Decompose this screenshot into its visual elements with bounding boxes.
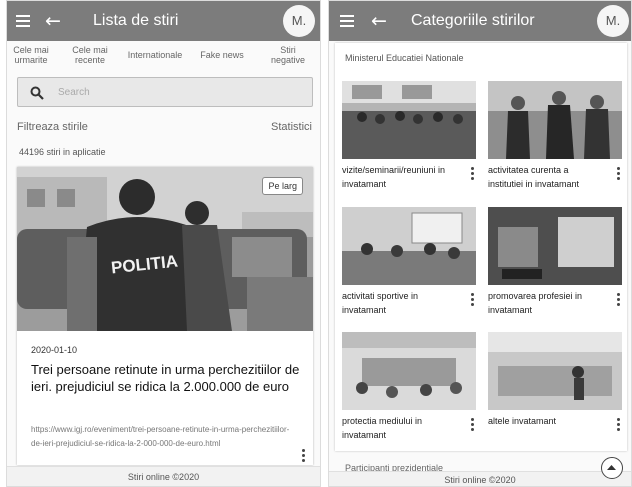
category-image[interactable] <box>342 207 476 285</box>
news-headline[interactable]: Trei persoane retinute in urma perchezit… <box>31 361 303 395</box>
read-more-badge[interactable]: Pe larg <box>262 177 303 195</box>
category-label: vizite/seminarii/reuniuni in invatamant <box>342 165 446 189</box>
category-label: altele invatamant <box>488 416 557 426</box>
news-date: 2020-01-10 <box>31 345 78 355</box>
more-options-icon[interactable] <box>614 417 622 431</box>
category-label: promovarea profesiei in invatamant <box>488 291 583 315</box>
tab-most-followed[interactable]: Cele mai urmarite <box>13 45 49 65</box>
search-input[interactable]: Search <box>17 77 313 107</box>
category-label: activitati sportive in invatamant <box>342 291 419 315</box>
category-tile: vizite/seminarii/reuniuni in invatamant <box>342 81 476 193</box>
avatar[interactable]: M. <box>283 5 315 37</box>
news-tabs: Cele mai urmarite Cele mai recente Inter… <box>7 41 320 73</box>
page-title: Categoriile stirilor <box>411 12 535 29</box>
tab-most-recent[interactable]: Cele mai recente <box>70 45 110 65</box>
menu-icon[interactable] <box>15 12 33 30</box>
news-card[interactable]: POLITIA Pe larg 2020-01-10 Trei persoane… <box>17 167 313 465</box>
category-tile: promovarea profesiei in invatamant <box>488 207 622 319</box>
tab-negative-news[interactable]: Stiri negative <box>261 45 315 65</box>
filter-row: Filtreaza stirile Statistici <box>17 121 312 133</box>
back-arrow-icon[interactable]: ← <box>371 10 391 32</box>
app-bar: ← Categoriile stirilor M. <box>329 1 631 41</box>
category-tile: activitati sportive in invatamant <box>342 207 476 319</box>
search-icon <box>30 86 44 100</box>
more-options-icon[interactable] <box>468 166 476 180</box>
category-label: protectia mediului in invatamant <box>342 416 423 440</box>
menu-icon[interactable] <box>339 12 357 30</box>
category-image[interactable] <box>488 207 622 285</box>
news-count: 44196 stiri in aplicatie <box>19 147 106 157</box>
more-options-icon[interactable] <box>614 292 622 306</box>
back-arrow-icon[interactable]: ← <box>45 10 65 32</box>
category-tile: protectia mediului in invatamant <box>342 332 476 444</box>
footer: Stiri online ©2020 <box>7 466 320 486</box>
category-section: Ministerul Educatiei Nationale vizite/se… <box>335 43 627 451</box>
category-image[interactable] <box>488 81 622 159</box>
categories-screen: ← Categoriile stirilor M. Ministerul Edu… <box>328 0 632 487</box>
search-placeholder: Search <box>58 87 90 98</box>
section-title: Ministerul Educatiei Nationale <box>345 53 464 63</box>
category-image[interactable] <box>342 332 476 410</box>
app-bar: ← Lista de stiri M. <box>7 1 320 41</box>
category-tile: activitatea curenta a institutiei in inv… <box>488 81 622 193</box>
news-url[interactable]: https://www.igj.ro/eveniment/trei-persoa… <box>31 423 293 451</box>
more-options-icon[interactable] <box>468 417 476 431</box>
category-image[interactable] <box>342 81 476 159</box>
category-image[interactable] <box>488 332 622 410</box>
statistics-link[interactable]: Statistici <box>271 121 312 133</box>
category-tile: altele invatamant <box>488 332 622 444</box>
footer: Stiri online ©2020 <box>329 471 631 486</box>
scroll-to-top-button[interactable] <box>601 457 623 479</box>
more-options-icon[interactable] <box>299 448 307 462</box>
avatar[interactable]: M. <box>597 5 629 37</box>
tab-international[interactable]: Internationale <box>125 50 185 60</box>
tab-fake-news[interactable]: Fake news <box>197 50 247 60</box>
more-options-icon[interactable] <box>468 292 476 306</box>
page-title: Lista de stiri <box>93 12 179 29</box>
category-label: activitatea curenta a institutiei in inv… <box>488 165 580 189</box>
chevron-up-icon <box>607 465 616 470</box>
news-list-screen: ← Lista de stiri M. Cele mai urmarite Ce… <box>6 0 321 487</box>
more-options-icon[interactable] <box>614 166 622 180</box>
filter-news-link[interactable]: Filtreaza stirile <box>17 121 88 133</box>
